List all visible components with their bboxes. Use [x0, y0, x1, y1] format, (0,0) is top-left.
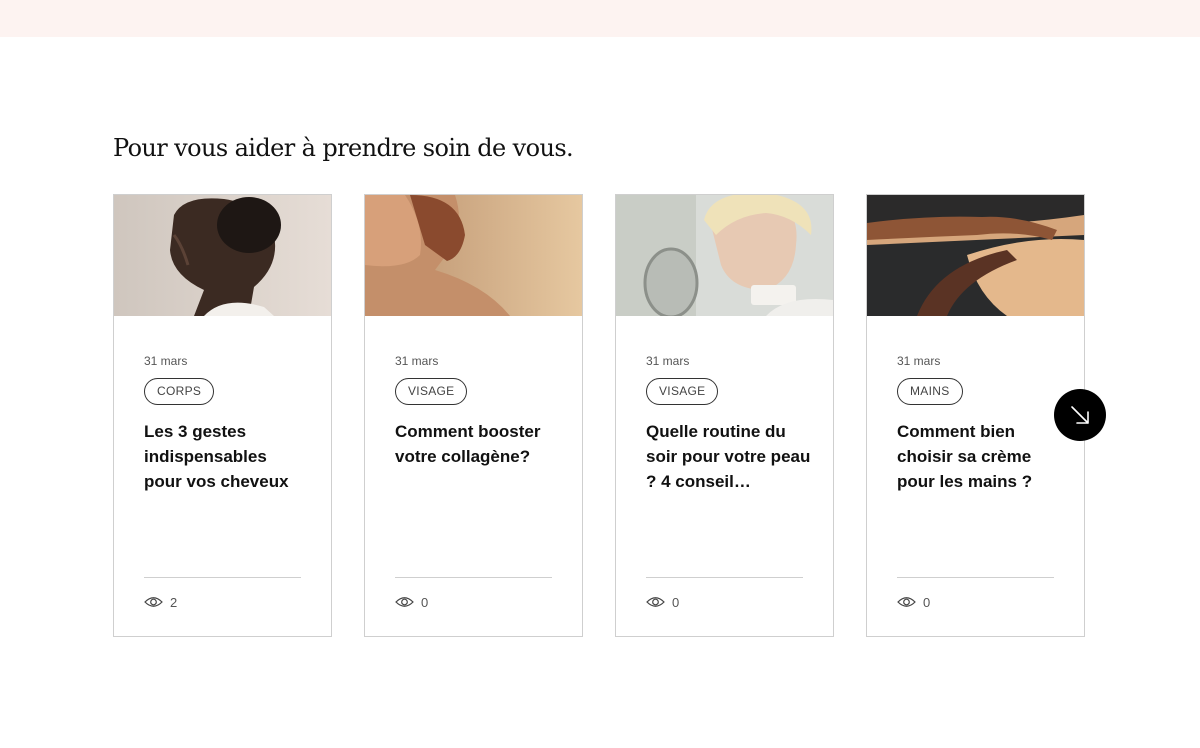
- divider: [897, 577, 1054, 578]
- article-title[interactable]: Les 3 gestes indispensables pour vos che…: [144, 419, 309, 494]
- category-tag[interactable]: VISAGE: [646, 378, 719, 405]
- article-card-4[interactable]: 31 mars MAINS Comment bien choisir sa cr…: [866, 194, 1085, 637]
- article-date: 31 mars: [144, 354, 188, 368]
- view-count: 0: [646, 594, 679, 610]
- eye-icon: [395, 596, 414, 608]
- eye-icon: [144, 596, 163, 608]
- portrait-image: [114, 195, 331, 316]
- category-tag[interactable]: VISAGE: [395, 378, 468, 405]
- view-count: 0: [395, 594, 428, 610]
- article-date: 31 mars: [897, 354, 941, 368]
- mirror-skincare-image: [616, 195, 833, 316]
- category-tag[interactable]: CORPS: [144, 378, 215, 405]
- section-title: Pour vous aider à prendre soin de vous.: [113, 134, 574, 162]
- view-count-value: 0: [421, 594, 429, 610]
- article-card-2[interactable]: 31 mars VISAGE Comment booster votre col…: [364, 194, 583, 637]
- article-image[interactable]: [616, 195, 833, 316]
- view-count: 2: [144, 594, 177, 610]
- view-count-value: 0: [923, 594, 931, 610]
- article-image[interactable]: [365, 195, 582, 316]
- hands-image: [867, 195, 1084, 316]
- eye-icon: [897, 596, 916, 608]
- eye-icon: [646, 596, 665, 608]
- article-image[interactable]: [867, 195, 1084, 316]
- article-image[interactable]: [114, 195, 331, 316]
- article-card-1[interactable]: 31 mars CORPS Les 3 gestes indispensable…: [113, 194, 332, 637]
- article-date: 31 mars: [646, 354, 690, 368]
- article-title[interactable]: Comment booster votre collagène?: [395, 419, 560, 469]
- article-title[interactable]: Quelle routine du soir pour votre peau ?…: [646, 419, 811, 494]
- view-count: 0: [897, 594, 930, 610]
- category-tag[interactable]: MAINS: [897, 378, 963, 405]
- divider: [646, 577, 803, 578]
- freckled-woman-image: [365, 195, 582, 316]
- divider: [144, 577, 301, 578]
- carousel-next-button[interactable]: [1054, 389, 1106, 441]
- article-card-3[interactable]: 31 mars VISAGE Quelle routine du soir po…: [615, 194, 834, 637]
- article-date: 31 mars: [395, 354, 439, 368]
- article-title[interactable]: Comment bien choisir sa crème pour les m…: [897, 419, 1062, 494]
- view-count-value: 2: [170, 594, 178, 610]
- view-count-value: 0: [672, 594, 680, 610]
- top-banner-band: [0, 0, 1200, 37]
- divider: [395, 577, 552, 578]
- arrow-down-right-icon: [1069, 404, 1091, 426]
